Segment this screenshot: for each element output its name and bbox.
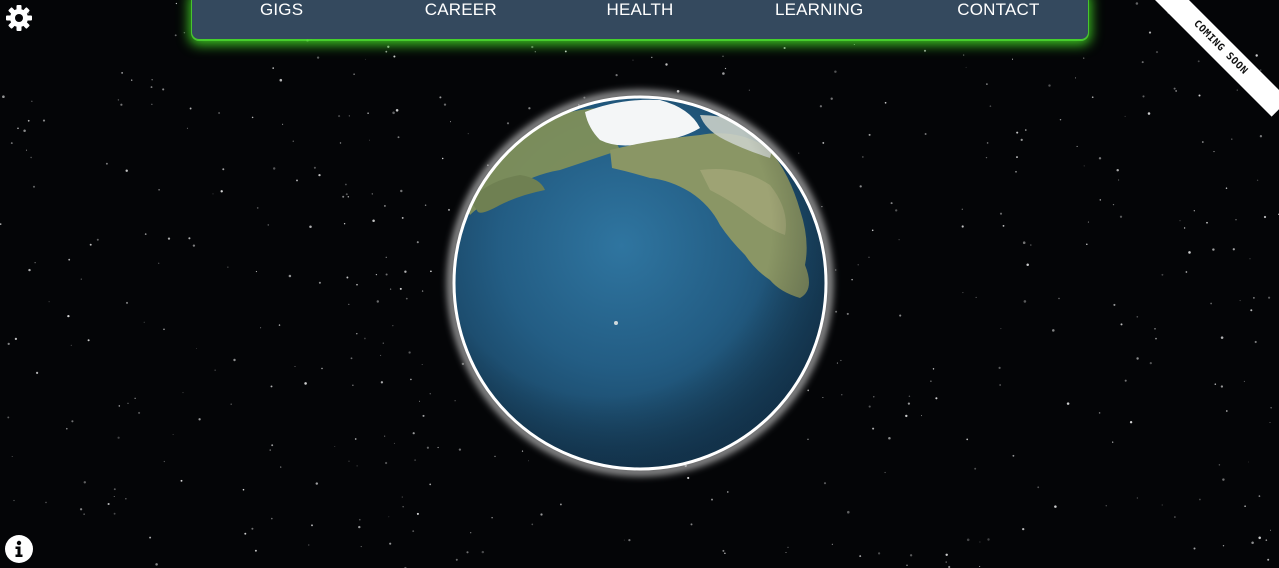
nav-item-career[interactable]: CAREER <box>371 0 550 18</box>
info-icon[interactable] <box>5 535 33 563</box>
globe-scene[interactable] <box>0 0 1279 568</box>
nav-item-contact[interactable]: CONTACT <box>909 0 1088 18</box>
gear-icon[interactable] <box>5 4 33 32</box>
main-navigation: GIGS CAREER HEALTH LEARNING CONTACT <box>192 0 1088 39</box>
space-scene: GIGS CAREER HEALTH LEARNING CONTACT COMI… <box>0 0 1279 568</box>
earth-globe <box>455 98 825 468</box>
nav-item-health[interactable]: HEALTH <box>550 0 729 18</box>
nav-item-learning[interactable]: LEARNING <box>730 0 909 18</box>
nav-item-gigs[interactable]: GIGS <box>192 0 371 18</box>
